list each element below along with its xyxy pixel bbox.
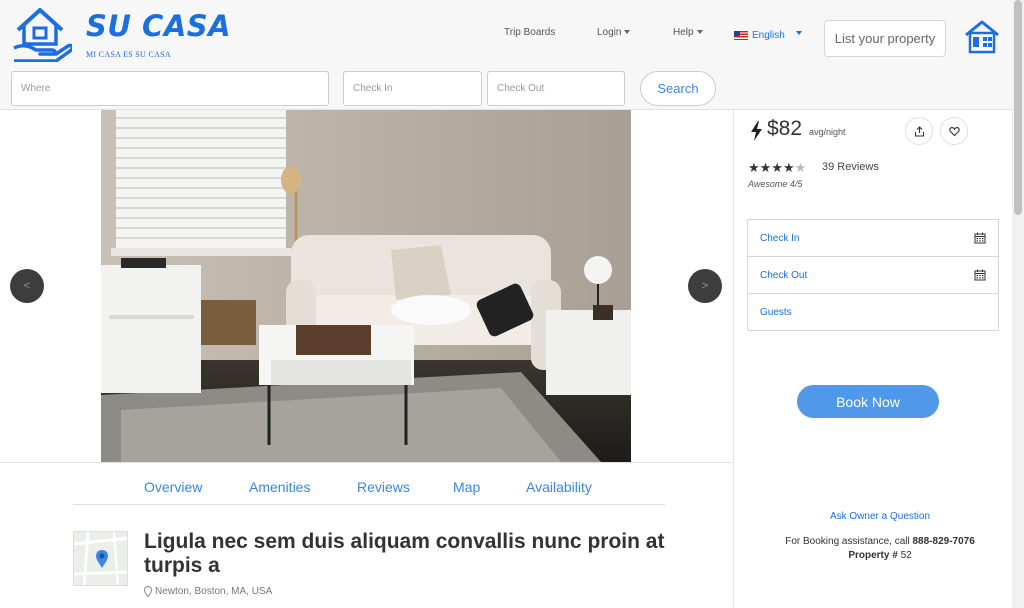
booking-guests-label: Guests <box>760 307 792 318</box>
check-in-placeholder: Check In <box>353 83 393 94</box>
mini-map[interactable] <box>73 531 128 586</box>
ask-owner-link[interactable]: Ask Owner a Question <box>780 511 980 522</box>
trip-boards-link[interactable]: Trip Boards <box>504 27 555 38</box>
search-button-label: Search <box>657 81 699 96</box>
tab-reviews[interactable]: Reviews <box>357 479 410 495</box>
site-header: SU CASA MI CASA ES SU CASA Trip Boards L… <box>0 0 1012 110</box>
price: $82 <box>767 117 803 140</box>
book-now-label: Book Now <box>836 393 900 410</box>
login-menu[interactable]: Login <box>597 27 631 38</box>
booking-check-in[interactable]: Check In <box>748 220 998 257</box>
booking-check-out-label: Check Out <box>760 269 808 281</box>
booking-guests[interactable]: Guests <box>748 294 998 331</box>
tabs-underline <box>73 504 665 505</box>
tab-availability[interactable]: Availability <box>526 479 592 495</box>
check-out-input[interactable]: Check Out <box>487 71 625 106</box>
chevron-down-icon <box>624 30 631 35</box>
star-icon: ★ <box>782 160 795 175</box>
booking-assistance: For Booking assistance, call 888-829-707… <box>760 536 1000 547</box>
booking-check-in-label: Check In <box>760 232 800 244</box>
property-number-label: Property # <box>848 550 898 561</box>
prev-photo-button[interactable]: < <box>10 269 44 303</box>
brand-tagline: MI CASA ES SU CASA <box>86 50 171 59</box>
help-menu[interactable]: Help <box>673 27 703 38</box>
language-label: English <box>752 30 785 41</box>
booking-check-out[interactable]: Check Out <box>748 257 998 294</box>
where-placeholder: Where <box>21 83 51 94</box>
calendar-icon <box>974 232 986 244</box>
check-in-input[interactable]: Check In <box>343 71 482 106</box>
photo-gallery: < > <box>0 110 733 463</box>
listing-location: Newton, Boston, MA, USA <box>144 586 272 597</box>
tab-map[interactable]: Map <box>453 479 480 495</box>
content-divider <box>733 110 734 608</box>
search-button[interactable]: Search <box>640 71 716 106</box>
where-input[interactable]: Where <box>11 71 329 106</box>
star-icon: ★ <box>759 160 772 175</box>
map-thumbnail-icon <box>74 532 127 585</box>
favorite-button[interactable] <box>940 117 968 145</box>
star-empty-icon: ★ <box>794 160 807 175</box>
listing-title: Ligula nec sem duis aliquam convallis nu… <box>144 530 665 577</box>
share-icon <box>914 125 924 137</box>
living-room-photo[interactable] <box>101 110 631 462</box>
booking-form: Check In Check Out Guests <box>747 219 999 331</box>
map-pin-icon <box>144 586 152 597</box>
reviews-link[interactable]: 39 Reviews <box>822 161 879 173</box>
scrollbar-thumb[interactable] <box>1014 0 1022 215</box>
property-number-value: 52 <box>900 550 912 561</box>
us-flag-icon <box>734 31 748 40</box>
next-photo-button[interactable]: > <box>688 269 722 303</box>
location-text: Newton, Boston, MA, USA <box>155 586 273 597</box>
chevron-down-icon <box>696 30 703 35</box>
brand-name[interactable]: SU CASA <box>86 9 231 43</box>
chevron-down-icon[interactable] <box>796 31 802 35</box>
instant-book-bolt-icon <box>751 121 762 141</box>
property-number: Property # 52 <box>760 550 1000 561</box>
star-icon: ★ <box>771 160 783 175</box>
house-hand-logo-icon[interactable] <box>12 4 72 62</box>
share-button[interactable] <box>905 117 933 145</box>
login-label: Login <box>597 27 622 38</box>
calendar-icon <box>974 269 986 281</box>
assist-phone[interactable]: 888-829-7076 <box>913 536 975 547</box>
language-selector[interactable]: English <box>734 30 785 41</box>
rating-summary: Awesome 4/5 <box>748 179 803 189</box>
help-label: Help <box>673 27 694 38</box>
list-property-button[interactable]: List your property <box>824 20 946 57</box>
owner-house-icon[interactable] <box>963 19 1001 55</box>
trip-boards-label: Trip Boards <box>504 27 556 38</box>
list-property-label: List your property <box>834 31 936 46</box>
check-out-placeholder: Check Out <box>497 83 545 94</box>
gallery-divider <box>0 462 733 463</box>
chevron-left-icon: < <box>23 280 31 292</box>
assist-text: For Booking assistance, call <box>785 536 913 547</box>
price-unit: avg/night <box>809 127 846 137</box>
page-scrollbar[interactable] <box>1012 0 1024 608</box>
tab-overview[interactable]: Overview <box>144 479 202 495</box>
chevron-right-icon: > <box>701 280 709 292</box>
tab-amenities[interactable]: Amenities <box>249 479 310 495</box>
heart-icon <box>948 126 960 136</box>
star-icon: ★ <box>748 160 760 175</box>
book-now-button[interactable]: Book Now <box>797 385 939 418</box>
rating-stars: ★★★★★ <box>748 160 806 176</box>
